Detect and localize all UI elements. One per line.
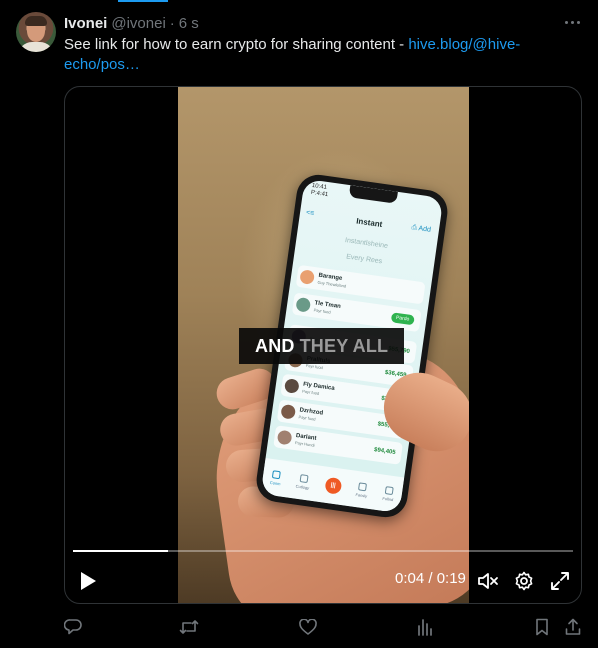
video-caption: AND THEY ALL (239, 328, 405, 364)
share-icon (565, 618, 581, 635)
tweet-body: See link for how to earn crypto for shar… (64, 36, 409, 53)
play-button[interactable] (75, 567, 101, 595)
like-button[interactable] (296, 616, 320, 638)
fullscreen-button[interactable] (547, 567, 573, 595)
analytics-icon (418, 619, 432, 636)
video-progress-bar[interactable] (73, 550, 573, 552)
phone-row-avatar (280, 403, 297, 420)
more-horizontal-icon (564, 20, 568, 24)
author-name[interactable]: Ivonei (64, 15, 107, 32)
more-options-button[interactable] (560, 12, 584, 32)
phone-tab: Fansly (355, 481, 369, 498)
fullscreen-icon (551, 572, 569, 590)
mute-button[interactable] (475, 567, 501, 595)
phone-row-pill: Pardo (390, 312, 415, 326)
bookmark-icon (536, 618, 548, 636)
retweet-button[interactable] (177, 616, 201, 638)
top-divider (0, 0, 598, 2)
tweet-timestamp[interactable]: 6 s (179, 15, 199, 32)
video-time: 0:04 / 0:19 (395, 570, 466, 587)
retweet-icon (179, 620, 199, 634)
bookmark-button[interactable] (530, 616, 554, 638)
reply-button[interactable] (61, 616, 85, 638)
phone-status-time: 10:41 P:4:41 (310, 182, 329, 199)
phone-row-avatar (295, 296, 312, 313)
phone-tab: Cutlogy (295, 473, 311, 490)
active-tab-indicator (118, 0, 168, 2)
play-icon (81, 572, 96, 590)
phone-row-amount: $94,405 (373, 447, 396, 457)
caption-rest: THEY ALL (299, 335, 389, 356)
video-player[interactable]: 10:41 P:4:41 <≡ Instant ⎙ Add Instantlshe… (64, 86, 582, 604)
phone-tab: Conm (270, 469, 283, 486)
phone-tab: Fullnd (382, 485, 395, 502)
header-separator: · (169, 14, 175, 32)
views-button[interactable] (413, 616, 437, 638)
settings-button[interactable] (511, 567, 537, 595)
tweet-text: See link for how to earn crypto for shar… (64, 35, 574, 75)
reply-icon (64, 619, 82, 635)
phone-center-button: ||| (324, 476, 343, 495)
phone-row-avatar (283, 378, 300, 394)
tweet-header: Ivonei @ivonei · 6 s (64, 13, 199, 33)
heart-icon (299, 619, 317, 635)
caption-highlight: AND (255, 335, 295, 356)
volume-muted-icon (478, 573, 498, 589)
author-handle[interactable]: @ivonei (111, 15, 165, 32)
tweet-actions (0, 616, 598, 640)
share-button[interactable] (561, 616, 585, 638)
phone-row-avatar (276, 429, 293, 446)
video-progress-fill (73, 550, 168, 552)
phone-row-avatar (299, 269, 316, 285)
avatar[interactable] (16, 12, 56, 52)
gear-icon (515, 571, 533, 591)
